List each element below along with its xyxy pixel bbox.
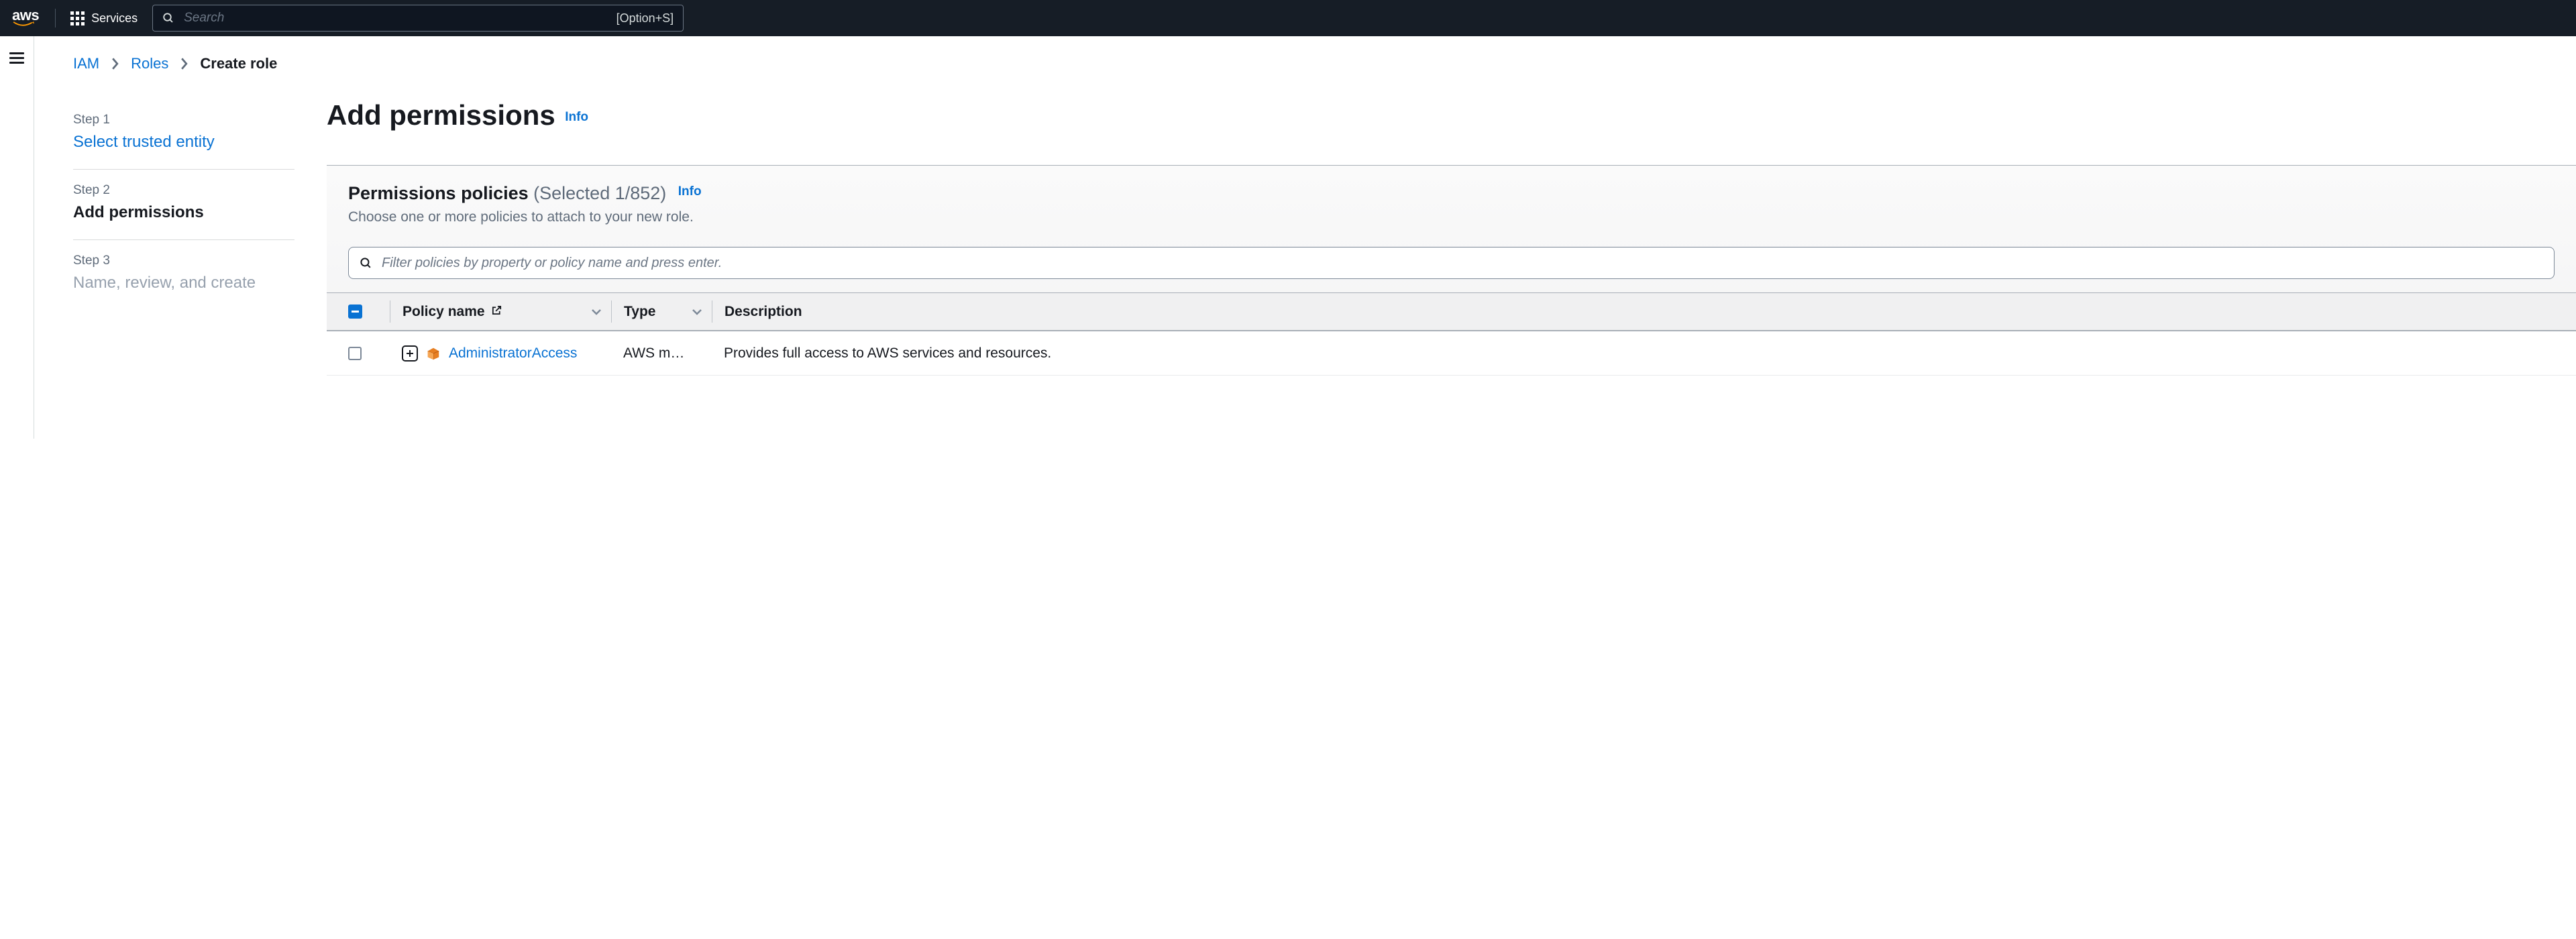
search-shortcut-label: [Option+S] [616, 11, 674, 25]
page-title: Add permissions [327, 99, 555, 131]
panel-title: Permissions policies (Selected 1/852) [348, 183, 672, 203]
main-panel: Add permissions Info Permissions policie… [327, 99, 2576, 376]
step-3: Step 3 Name, review, and create [73, 240, 294, 310]
breadcrumb-current: Create role [200, 55, 277, 72]
policy-name-link[interactable]: AdministratorAccess [449, 345, 577, 362]
wizard-stepper: Step 1 Select trusted entity Step 2 Add … [73, 99, 294, 376]
step-title: Select trusted entity [73, 133, 294, 152]
policy-filter[interactable] [348, 247, 2555, 279]
aws-logo-text: aws [12, 7, 39, 23]
step-label: Step 1 [73, 113, 294, 127]
step-title: Add permissions [73, 203, 294, 222]
search-input[interactable] [184, 11, 606, 25]
breadcrumb-roles[interactable]: Roles [131, 55, 168, 72]
policy-description: Provides full access to AWS services and… [724, 345, 1051, 362]
step-label: Step 2 [73, 183, 294, 198]
chevron-right-icon [111, 58, 119, 70]
sort-icon[interactable] [692, 308, 702, 316]
aws-logo[interactable]: aws [12, 8, 52, 28]
nav-separator [55, 9, 56, 27]
step-2: Step 2 Add permissions [73, 170, 294, 240]
step-title: Name, review, and create [73, 274, 294, 292]
expand-button[interactable] [402, 345, 418, 362]
sort-icon[interactable] [591, 308, 602, 316]
table-row: AdministratorAccess AWS m… Provides full… [327, 331, 2576, 376]
permissions-policies-panel: Permissions policies (Selected 1/852) In… [327, 165, 2576, 376]
col-header-description[interactable]: Description [724, 304, 802, 320]
panel-info-link[interactable]: Info [678, 184, 702, 199]
col-header-type[interactable]: Type [624, 304, 655, 320]
select-all-checkbox[interactable] [348, 305, 362, 319]
policy-type: AWS m… [623, 345, 684, 362]
chevron-right-icon [180, 58, 188, 70]
step-1[interactable]: Step 1 Select trusted entity [73, 99, 294, 170]
aws-managed-policy-icon [426, 346, 441, 361]
row-checkbox[interactable] [348, 347, 362, 360]
breadcrumb-iam[interactable]: IAM [73, 55, 99, 72]
global-search[interactable]: [Option+S] [152, 5, 684, 32]
policy-filter-input[interactable] [382, 256, 2543, 271]
external-link-icon [491, 305, 502, 316]
services-button[interactable]: Services [58, 11, 150, 25]
info-link[interactable]: Info [565, 110, 588, 124]
grid-icon [70, 11, 85, 25]
panel-subtitle: Choose one or more policies to attach to… [348, 209, 2555, 225]
search-icon [360, 257, 372, 270]
breadcrumb: IAM Roles Create role [73, 55, 2576, 72]
step-label: Step 3 [73, 254, 294, 268]
menu-toggle-button[interactable] [9, 50, 24, 66]
panel-selected-count: (Selected 1/852) [533, 183, 666, 203]
page-content: IAM Roles Create role Step 1 Select trus… [34, 36, 2576, 439]
top-nav: aws Services [Option+S] [0, 0, 2576, 36]
policies-table-header: Policy name Type [327, 292, 2576, 331]
side-rail [0, 36, 34, 439]
search-icon [162, 12, 174, 24]
services-label: Services [91, 11, 138, 25]
col-header-policy-name[interactable]: Policy name [402, 304, 485, 319]
